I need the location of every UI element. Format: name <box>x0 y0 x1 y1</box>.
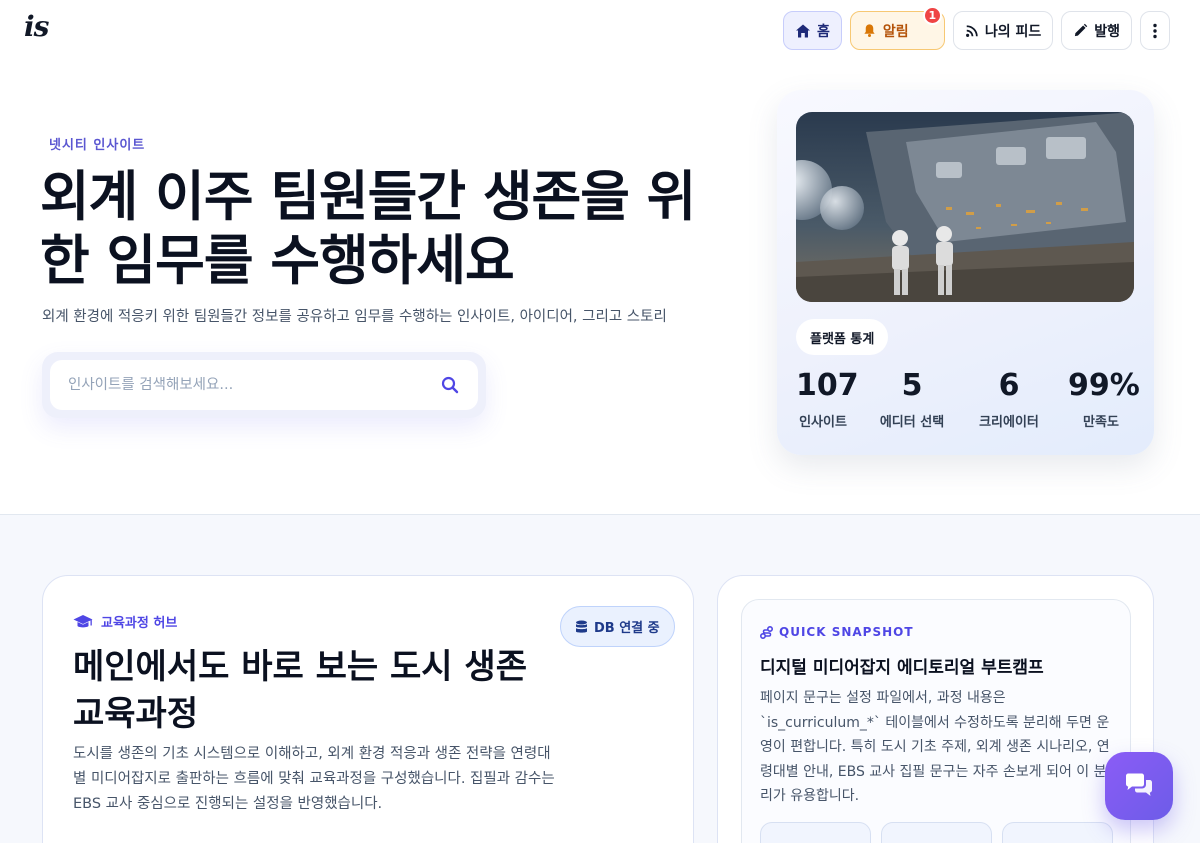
snapshot-tile[interactable] <box>881 822 992 843</box>
snapshot-tiles <box>760 822 1113 843</box>
more-menu-button[interactable] <box>1140 11 1170 50</box>
stat-value: 5 <box>901 368 923 403</box>
snapshot-tile[interactable] <box>760 822 871 843</box>
db-status-badge: DB 연결 중 <box>560 606 675 647</box>
my-feed-button[interactable]: 나의 피드 <box>952 11 1054 50</box>
curriculum-title: 메인에서도 바로 보는 도시 생존 교육과정 <box>73 647 527 734</box>
stat-editor-picks: 5 에디터 선택 <box>875 368 949 430</box>
hero-eyebrow: 넷시티 인사이트 <box>49 138 146 153</box>
curriculum-card: 교육과정 허브 DB 연결 중 메인에서도 바로 보는 도시 생존 교육과정 도… <box>42 575 694 843</box>
platform-stats-card: 플랫폼 통계 107 인사이트 5 에디터 선택 6 크리에이터 99% 만족도 <box>777 90 1154 455</box>
db-status-label: DB 연결 중 <box>594 621 660 636</box>
stat-value: 6 <box>998 368 1020 403</box>
snapshot-inner: QUICK SNAPSHOT 디지털 미디어잡지 에디토리얼 부트캠프 페이지 … <box>741 599 1131 843</box>
stat-creators: 6 크리에이터 <box>974 368 1044 430</box>
search-box <box>50 360 478 410</box>
more-vertical-icon <box>1153 23 1157 38</box>
alerts-badge: 1 <box>922 6 942 25</box>
graduation-cap-icon <box>73 614 93 627</box>
snapshot-tile[interactable] <box>1002 822 1113 843</box>
publish-button[interactable]: 발행 <box>1061 11 1132 50</box>
curriculum-kicker: 교육과정 허브 <box>73 612 177 631</box>
stat-value: 99% <box>1068 368 1140 403</box>
logo[interactable]: is <box>24 10 49 43</box>
snapshot-kicker-label: QUICK SNAPSHOT <box>779 625 914 639</box>
alerts-button[interactable]: 알림 1 <box>849 6 945 50</box>
hero-subtitle: 외계 환경에 적응키 위한 팀원들간 정보를 공유하고 임무를 수행하는 인사이… <box>42 309 667 325</box>
search-icon[interactable] <box>440 375 460 395</box>
stat-insights: 107 인사이트 <box>796 368 859 430</box>
stat-label: 에디터 선택 <box>879 415 945 430</box>
top-nav: 홈 알림 1 나의 피드 발행 <box>782 6 1170 50</box>
stat-label: 크리에이터 <box>979 415 1039 430</box>
chat-bubbles-icon <box>1126 773 1152 796</box>
curriculum-description: 도시를 생존의 기초 시스템으로 이해하고, 외계 환경 적응과 생존 전략을 … <box>73 746 555 812</box>
chat-button[interactable] <box>1105 752 1173 820</box>
home-icon <box>795 24 810 37</box>
search-input[interactable] <box>68 377 440 393</box>
curriculum-kicker-label: 교육과정 허브 <box>101 616 178 631</box>
snapshot-title: 디지털 미디어잡지 에디토리얼 부트캠프 <box>760 658 1044 678</box>
bell-icon <box>864 24 875 37</box>
search-container <box>42 352 486 418</box>
pencil-icon <box>1075 23 1088 37</box>
stats-pill: 플랫폼 통계 <box>796 319 889 355</box>
snapshot-description: 페이지 문구는 설정 파일에서, 과정 내용은 `is_curriculum_*… <box>760 690 1110 804</box>
snapshot-kicker: QUICK SNAPSHOT <box>760 625 914 639</box>
home-label: 홈 <box>816 23 830 40</box>
rss-icon <box>965 24 978 37</box>
snapshot-card: QUICK SNAPSHOT 디지털 미디어잡지 에디토리얼 부트캠프 페이지 … <box>717 575 1154 843</box>
stat-label: 인사이트 <box>799 415 847 430</box>
alerts-label: 알림 <box>882 23 909 40</box>
stat-label: 만족도 <box>1083 415 1119 430</box>
publish-label: 발행 <box>1094 23 1120 40</box>
my-feed-label: 나의 피드 <box>984 23 1042 40</box>
stat-value: 107 <box>796 368 859 403</box>
flow-icon <box>760 625 773 639</box>
home-button[interactable]: 홈 <box>782 11 842 50</box>
hero-image-astronauts <box>796 112 1134 302</box>
database-icon <box>576 620 587 633</box>
hero-title: 외계 이주 팀원들간 생존을 위한 임무를 수행하세요 <box>40 165 696 292</box>
stat-satisfaction: 99% 만족도 <box>1068 368 1140 430</box>
